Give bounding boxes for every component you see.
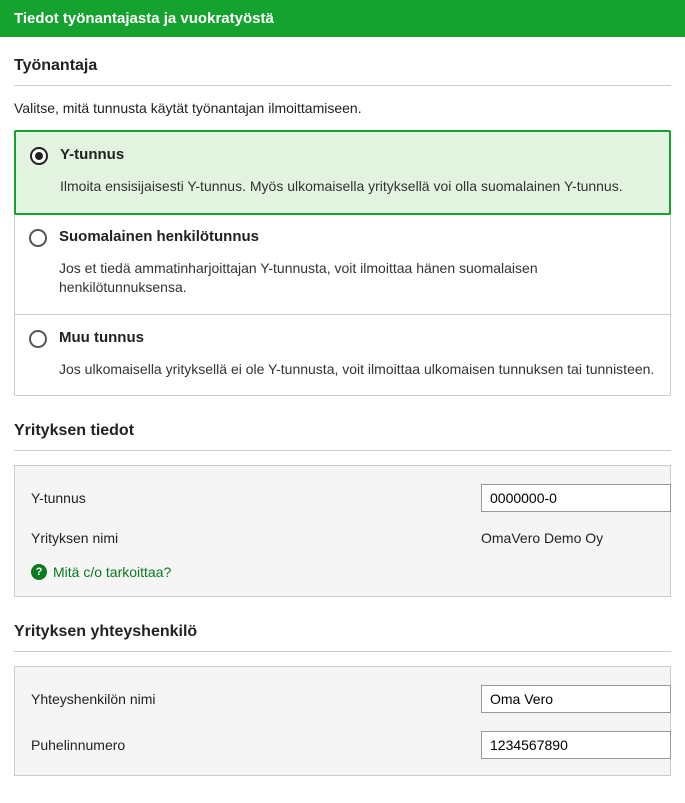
- contact-section-title: Yrityksen yhteyshenkilö: [14, 617, 671, 652]
- company-name-label: Yrityksen nimi: [31, 530, 481, 546]
- company-name-value: OmaVero Demo Oy: [481, 530, 654, 546]
- radio-icon: [29, 229, 47, 247]
- identifier-radio-group: Y-tunnus Ilmoita ensisijaisesti Y-tunnus…: [14, 130, 671, 396]
- radio-option-muu-tunnus[interactable]: Muu tunnus Jos ulkomaisella yrityksellä …: [15, 315, 670, 396]
- company-section-title: Yrityksen tiedot: [14, 416, 671, 451]
- company-form-panel: Y-tunnus Yrityksen nimi OmaVero Demo Oy …: [14, 465, 671, 597]
- ytunnus-label: Y-tunnus: [31, 490, 481, 506]
- radio-icon: [30, 147, 48, 165]
- co-help-link[interactable]: Mitä c/o tarkoittaa?: [53, 564, 171, 580]
- employer-section: Työnantaja Valitse, mitä tunnusta käytät…: [14, 51, 671, 396]
- help-icon: ?: [31, 564, 47, 580]
- radio-description: Ilmoita ensisijaisesti Y-tunnus. Myös ul…: [60, 177, 655, 197]
- contact-name-label: Yhteyshenkilön nimi: [31, 691, 481, 707]
- contact-phone-label: Puhelinnumero: [31, 737, 481, 753]
- contact-section: Yrityksen yhteyshenkilö Yhteyshenkilön n…: [14, 617, 671, 776]
- contact-form-panel: Yhteyshenkilön nimi Puhelinnumero: [14, 666, 671, 776]
- radio-label: Y-tunnus: [60, 146, 655, 163]
- radio-icon: [29, 330, 47, 348]
- radio-description: Jos et tiedä ammatinharjoittajan Y-tunnu…: [59, 259, 656, 298]
- employer-instruction: Valitse, mitä tunnusta käytät työnantaja…: [14, 100, 671, 116]
- contact-name-input[interactable]: [481, 685, 671, 713]
- page-header: Tiedot työnantajasta ja vuokratyöstä: [0, 0, 685, 37]
- employer-section-title: Työnantaja: [14, 51, 671, 86]
- ytunnus-input[interactable]: [481, 484, 671, 512]
- company-section: Yrityksen tiedot Y-tunnus Yrityksen nimi…: [14, 416, 671, 597]
- radio-label: Suomalainen henkilötunnus: [59, 228, 656, 245]
- radio-option-ytunnus[interactable]: Y-tunnus Ilmoita ensisijaisesti Y-tunnus…: [14, 130, 671, 215]
- radio-option-henkilotunnus[interactable]: Suomalainen henkilötunnus Jos et tiedä a…: [15, 214, 670, 315]
- radio-description: Jos ulkomaisella yrityksellä ei ole Y-tu…: [59, 360, 656, 380]
- contact-phone-input[interactable]: [481, 731, 671, 759]
- radio-label: Muu tunnus: [59, 329, 656, 346]
- page-title: Tiedot työnantajasta ja vuokratyöstä: [14, 10, 274, 27]
